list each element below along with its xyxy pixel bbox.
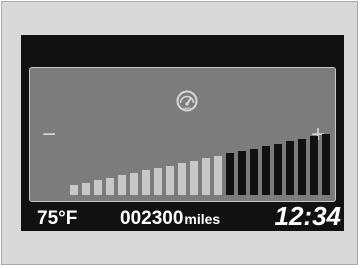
level-bar xyxy=(94,180,102,195)
figure-frame: − + 75°F 002300miles 12:34 xyxy=(1,1,358,265)
brightness-gauge: − + xyxy=(29,67,336,202)
temperature-unit: °F xyxy=(58,208,78,229)
level-bar xyxy=(322,134,330,195)
level-bar xyxy=(106,177,114,195)
instrument-display: − + 75°F 002300miles 12:34 xyxy=(21,35,344,231)
level-bar xyxy=(238,151,246,195)
level-bar xyxy=(178,163,186,195)
level-bar xyxy=(154,168,162,195)
level-bars xyxy=(30,68,337,203)
level-bar xyxy=(214,155,222,195)
level-bar xyxy=(166,165,174,195)
level-bar xyxy=(286,141,294,195)
level-bar xyxy=(118,175,126,195)
odometer-value: 002300 xyxy=(120,208,184,229)
clock: 12:34 xyxy=(274,201,342,231)
temperature-value: 75 xyxy=(37,208,59,229)
level-bar xyxy=(298,138,306,195)
odometer-unit: miles xyxy=(184,211,221,227)
level-bar xyxy=(202,158,210,195)
level-bar xyxy=(142,170,150,195)
level-bar xyxy=(70,185,78,195)
level-bar xyxy=(82,182,90,195)
level-bar xyxy=(262,146,270,195)
level-bar xyxy=(130,172,138,195)
level-bar xyxy=(190,160,198,195)
status-bar: 75°F 002300miles 12:34 xyxy=(21,201,344,231)
level-bar xyxy=(274,143,282,195)
odometer: 002300miles xyxy=(120,208,220,230)
level-bar xyxy=(310,136,318,195)
level-bar xyxy=(250,148,258,195)
level-bar xyxy=(226,153,234,195)
outside-temperature: 75°F xyxy=(37,208,77,230)
